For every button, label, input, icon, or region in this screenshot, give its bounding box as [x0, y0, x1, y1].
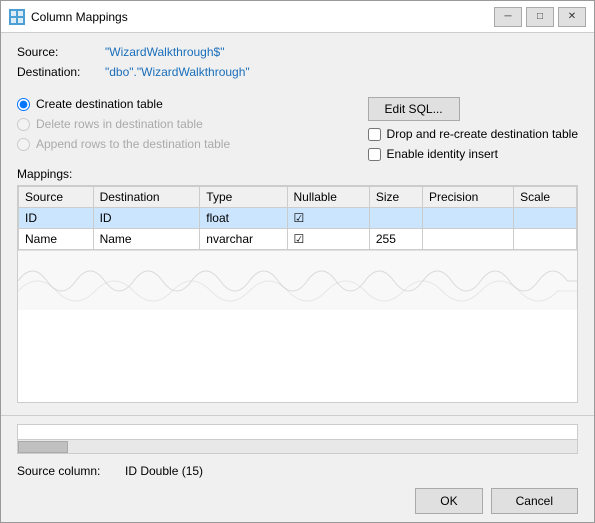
- table-cell: 255: [369, 229, 422, 250]
- footer-buttons: OK Cancel: [17, 488, 578, 514]
- create-destination-label: Create destination table: [36, 97, 163, 111]
- col-nullable: Nullable: [287, 187, 369, 208]
- table-cell: [369, 208, 422, 229]
- right-options: Edit SQL... Drop and re-create destinati…: [368, 97, 578, 161]
- table-row[interactable]: NameNamenvarchar☑255: [19, 229, 577, 250]
- table-cell: [514, 208, 577, 229]
- window-controls: ─ □ ✕: [494, 7, 586, 27]
- table-header-row: Source Destination Type Nullable Size Pr…: [19, 187, 577, 208]
- table-cell: nvarchar: [200, 229, 287, 250]
- destination-row: Destination: "dbo"."WizardWalkthrough": [17, 65, 578, 79]
- append-rows-radio[interactable]: [17, 138, 30, 151]
- minimize-button[interactable]: ─: [494, 7, 522, 27]
- mappings-table-container: Source Destination Type Nullable Size Pr…: [17, 185, 578, 403]
- table-row[interactable]: IDIDfloat☑: [19, 208, 577, 229]
- table-cell: ☑: [287, 208, 369, 229]
- delete-rows-radio[interactable]: [17, 118, 30, 131]
- table-cell: [422, 229, 513, 250]
- col-source: Source: [19, 187, 94, 208]
- table-cell: ID: [93, 208, 200, 229]
- col-destination: Destination: [93, 187, 200, 208]
- enable-identity-checkbox[interactable]: [368, 148, 381, 161]
- table-cell: ID: [19, 208, 94, 229]
- table-cell: Name: [19, 229, 94, 250]
- enable-identity-row: Enable identity insert: [368, 147, 498, 161]
- column-mappings-dialog: Column Mappings ─ □ ✕ Source: "WizardWal…: [0, 0, 595, 523]
- append-rows-row: Append rows to the destination table: [17, 137, 352, 151]
- maximize-button[interactable]: □: [526, 7, 554, 27]
- create-destination-row: Create destination table: [17, 97, 352, 111]
- window-title: Column Mappings: [31, 10, 494, 24]
- source-column-value: ID Double (15): [125, 464, 203, 478]
- mappings-label: Mappings:: [17, 167, 578, 181]
- drop-recreate-row: Drop and re-create destination table: [368, 127, 578, 141]
- table-cell: [422, 208, 513, 229]
- ok-button[interactable]: OK: [415, 488, 482, 514]
- delete-rows-row: Delete rows in destination table: [17, 117, 352, 131]
- bottom-section: Source column: ID Double (15) OK Cancel: [1, 415, 594, 522]
- destination-value: "dbo"."WizardWalkthrough": [105, 65, 250, 79]
- mappings-table: Source Destination Type Nullable Size Pr…: [18, 186, 577, 250]
- source-column-row: Source column: ID Double (15): [17, 464, 578, 478]
- source-row: Source: "WizardWalkthrough$": [17, 45, 578, 59]
- col-size: Size: [369, 187, 422, 208]
- col-type: Type: [200, 187, 287, 208]
- append-rows-label: Append rows to the destination table: [36, 137, 230, 151]
- close-button[interactable]: ✕: [558, 7, 586, 27]
- left-options: Create destination table Delete rows in …: [17, 97, 352, 151]
- table-cell: Name: [93, 229, 200, 250]
- mappings-section: Mappings: Source Destination Type Nullab…: [17, 167, 578, 403]
- drop-recreate-checkbox[interactable]: [368, 128, 381, 141]
- cancel-button[interactable]: Cancel: [491, 488, 578, 514]
- table-cell: ☑: [287, 229, 369, 250]
- table-cell: float: [200, 208, 287, 229]
- main-content: Source: "WizardWalkthrough$" Destination…: [1, 33, 594, 415]
- table-cell: [514, 229, 577, 250]
- source-column-label: Source column:: [17, 464, 117, 478]
- enable-identity-label: Enable identity insert: [387, 147, 498, 161]
- destination-label: Destination:: [17, 65, 97, 79]
- col-precision: Precision: [422, 187, 513, 208]
- window-icon: [9, 9, 25, 25]
- delete-rows-label: Delete rows in destination table: [36, 117, 203, 131]
- source-value: "WizardWalkthrough$": [105, 45, 224, 59]
- source-label: Source:: [17, 45, 97, 59]
- options-section: Create destination table Delete rows in …: [17, 97, 578, 161]
- col-scale: Scale: [514, 187, 577, 208]
- drop-recreate-label: Drop and re-create destination table: [387, 127, 578, 141]
- edit-sql-button[interactable]: Edit SQL...: [368, 97, 460, 121]
- title-bar: Column Mappings ─ □ ✕: [1, 1, 594, 33]
- create-destination-radio[interactable]: [17, 98, 30, 111]
